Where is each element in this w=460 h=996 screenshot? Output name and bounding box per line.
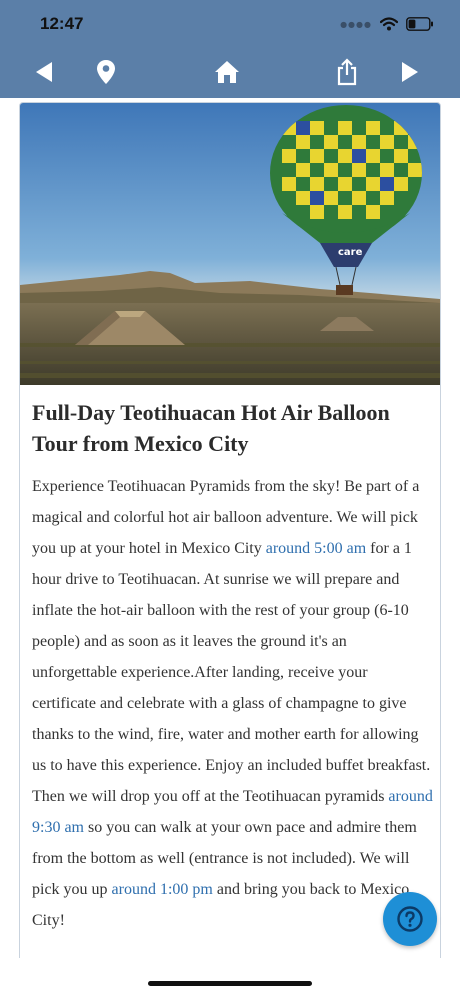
- top-bar: 12:47 ●●●●: [0, 0, 460, 98]
- status-time: 12:47: [40, 14, 84, 33]
- description-text: for a 1 hour drive to Teotihuacan. At su…: [32, 540, 431, 805]
- back-arrow-icon: [36, 62, 52, 82]
- share-button[interactable]: [329, 54, 365, 90]
- forward-button[interactable]: [392, 54, 428, 90]
- home-button[interactable]: [209, 54, 245, 90]
- status-icons: ●●●●: [340, 14, 434, 34]
- tour-card: care Full-Day Teotihuacan Hot Air Balloo…: [19, 102, 441, 984]
- tour-title: Full-Day Teotihuacan Hot Air Balloon Tou…: [32, 400, 390, 456]
- bottom-area: [0, 958, 460, 996]
- help-question-icon: [397, 906, 423, 932]
- return-time-link[interactable]: around 1:00 pm: [112, 881, 213, 898]
- home-icon: [215, 61, 239, 83]
- pickup-time-link[interactable]: around 5:00 am: [266, 540, 366, 557]
- location-pin-icon: [97, 60, 115, 84]
- cellular-dots-icon: ●●●●: [340, 19, 372, 29]
- help-button[interactable]: [383, 892, 437, 946]
- forward-arrow-icon: [402, 62, 418, 82]
- battery-icon: [406, 17, 433, 31]
- home-indicator[interactable]: [148, 981, 312, 986]
- share-icon: [337, 58, 357, 86]
- back-button[interactable]: [26, 54, 62, 90]
- location-button[interactable]: [88, 54, 124, 90]
- tour-description: Experience Teotihuacan Pyramids from the…: [32, 471, 434, 936]
- balloon-logo-text: care: [338, 247, 363, 258]
- hero-image: care: [20, 103, 440, 385]
- wifi-icon: [380, 17, 398, 31]
